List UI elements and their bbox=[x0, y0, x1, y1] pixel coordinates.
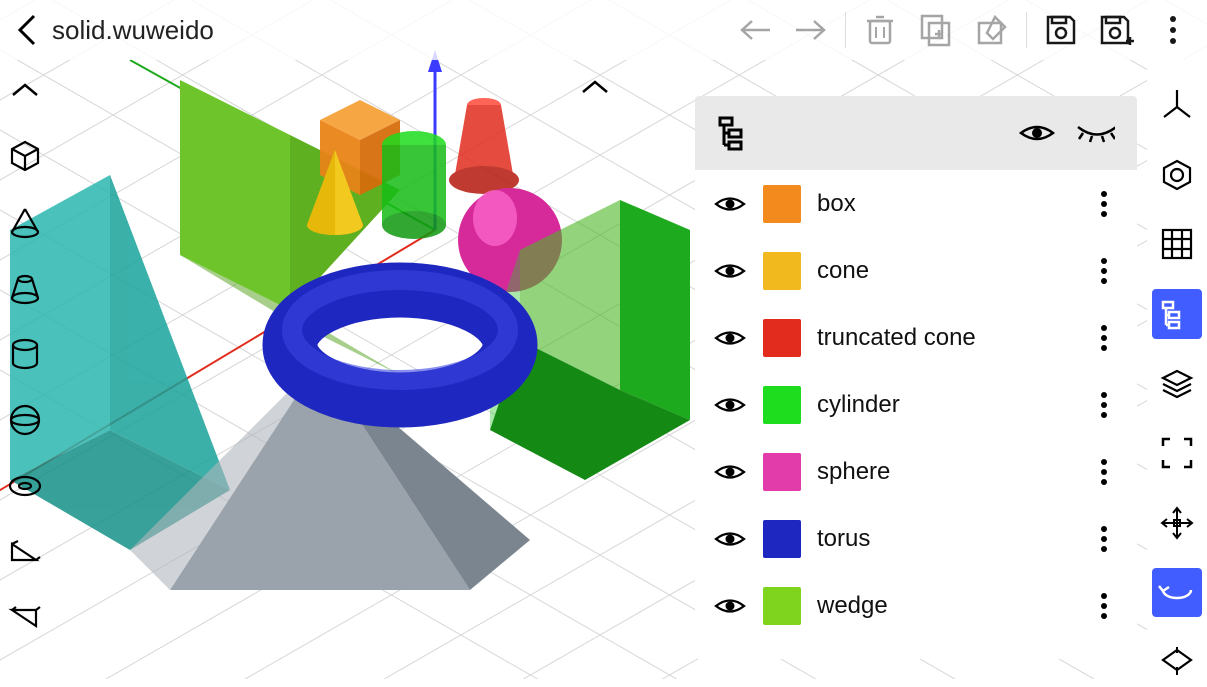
delete-button[interactable] bbox=[852, 2, 908, 58]
layer-row[interactable]: wedge bbox=[695, 572, 1137, 639]
layer-name: truncated cone bbox=[817, 324, 1073, 352]
layer-menu-button[interactable] bbox=[1089, 519, 1119, 559]
fullscreen-button[interactable] bbox=[1152, 428, 1202, 478]
cylinder-tool[interactable] bbox=[3, 332, 47, 376]
layers-panel-button[interactable] bbox=[1152, 289, 1202, 339]
layer-row[interactable]: cone bbox=[695, 237, 1137, 304]
cube-tool[interactable] bbox=[3, 134, 47, 178]
collapse-top-button[interactable] bbox=[580, 78, 610, 96]
layer-name: torus bbox=[817, 525, 1073, 553]
visibility-toggle[interactable] bbox=[713, 522, 747, 556]
overflow-menu-button[interactable] bbox=[1145, 2, 1201, 58]
visibility-toggle[interactable] bbox=[713, 187, 747, 221]
layer-row[interactable]: cylinder bbox=[695, 371, 1137, 438]
right-toolbar bbox=[1147, 60, 1207, 679]
layer-color-swatch bbox=[763, 185, 801, 223]
shape-torus bbox=[290, 280, 510, 400]
layer-menu-button[interactable] bbox=[1089, 251, 1119, 291]
sphere-tool[interactable] bbox=[3, 398, 47, 442]
hide-all-button[interactable] bbox=[1075, 113, 1115, 153]
visibility-toggle[interactable] bbox=[713, 321, 747, 355]
layer-name: cylinder bbox=[817, 391, 1073, 419]
layer-menu-button[interactable] bbox=[1089, 586, 1119, 626]
stack-layers-button[interactable] bbox=[1152, 359, 1202, 409]
cone-tool[interactable] bbox=[3, 200, 47, 244]
truncated-cone-tool[interactable] bbox=[3, 266, 47, 310]
layer-row[interactable]: truncated cone bbox=[695, 304, 1137, 371]
layer-menu-button[interactable] bbox=[1089, 184, 1119, 224]
layers-list[interactable]: box cone truncated cone cylinder bbox=[695, 170, 1137, 659]
torus-tool[interactable] bbox=[3, 464, 47, 508]
top-bar: solid.wuweido bbox=[0, 0, 1207, 60]
file-title: solid.wuweido bbox=[52, 15, 214, 46]
save-as-button[interactable] bbox=[1089, 2, 1145, 58]
copy-button[interactable] bbox=[908, 2, 964, 58]
visibility-toggle[interactable] bbox=[713, 388, 747, 422]
grid-button[interactable] bbox=[1152, 219, 1202, 269]
layer-color-swatch bbox=[763, 587, 801, 625]
divider bbox=[845, 12, 846, 48]
visibility-toggle[interactable] bbox=[713, 254, 747, 288]
layer-menu-button[interactable] bbox=[1089, 452, 1119, 492]
layer-name: sphere bbox=[817, 458, 1073, 486]
layer-menu-button[interactable] bbox=[1089, 385, 1119, 425]
layer-color-swatch bbox=[763, 520, 801, 558]
move-tool-button[interactable] bbox=[1152, 498, 1202, 548]
collapse-left-button[interactable] bbox=[3, 68, 47, 112]
layer-name: cone bbox=[817, 257, 1073, 285]
divider bbox=[1026, 12, 1027, 48]
axis-view-button[interactable] bbox=[1152, 80, 1202, 130]
layer-name: box bbox=[817, 190, 1073, 218]
layer-color-swatch bbox=[763, 386, 801, 424]
wedge-up-tool[interactable] bbox=[3, 530, 47, 574]
layers-tree-icon bbox=[717, 115, 757, 151]
back-button[interactable] bbox=[6, 9, 48, 51]
visibility-toggle[interactable] bbox=[713, 455, 747, 489]
layer-color-swatch bbox=[763, 319, 801, 357]
visibility-toggle[interactable] bbox=[713, 589, 747, 623]
save-button[interactable] bbox=[1033, 2, 1089, 58]
layer-row[interactable]: torus bbox=[695, 505, 1137, 572]
left-toolbar bbox=[0, 60, 50, 679]
shape-cylinder bbox=[382, 131, 446, 239]
shape-truncated-cone bbox=[449, 98, 519, 194]
wedge-down-tool[interactable] bbox=[3, 596, 47, 640]
layer-row[interactable]: box bbox=[695, 170, 1137, 237]
edit-button[interactable] bbox=[964, 2, 1020, 58]
show-all-button[interactable] bbox=[1017, 113, 1057, 153]
undo-button[interactable] bbox=[727, 2, 783, 58]
scale-tool-button[interactable] bbox=[1152, 637, 1202, 687]
layer-color-swatch bbox=[763, 453, 801, 491]
layer-name: wedge bbox=[817, 592, 1073, 620]
layer-menu-button[interactable] bbox=[1089, 318, 1119, 358]
rotate-tool-button[interactable] bbox=[1152, 568, 1202, 618]
layers-panel-header bbox=[695, 96, 1137, 170]
layer-color-swatch bbox=[763, 252, 801, 290]
layers-panel: box cone truncated cone cylinder bbox=[695, 96, 1137, 659]
view-cube-button[interactable] bbox=[1152, 150, 1202, 200]
layer-row[interactable]: sphere bbox=[695, 438, 1137, 505]
redo-button[interactable] bbox=[783, 2, 839, 58]
